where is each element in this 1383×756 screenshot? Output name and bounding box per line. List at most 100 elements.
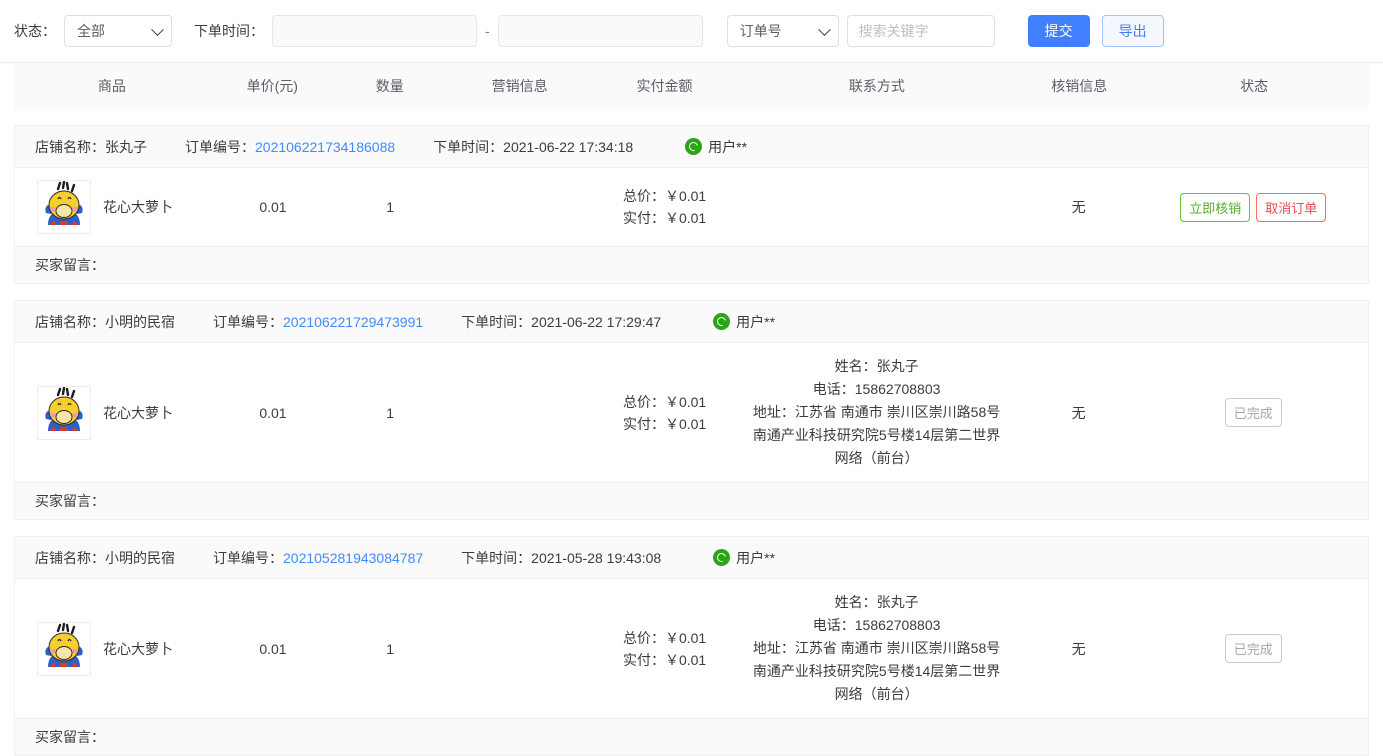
contact-phone: 电话：15862708803 — [812, 381, 941, 397]
order-goods-cell: 花心大萝卜 — [15, 168, 211, 246]
order-buyer-name: 用户** — [708, 138, 748, 155]
export-button[interactable]: 导出 — [1101, 15, 1164, 47]
order-action-button[interactable]: 取消订单 — [1256, 192, 1327, 222]
order-item-row: 花心大萝卜 0.01 1 总价：￥0.01 实付：￥0.01 姓名：张丸子 电话… — [14, 578, 1369, 718]
order-payment-cell: 总价：￥0.01 实付：￥0.01 — [595, 168, 735, 246]
order-item-row: 花心大萝卜 0.01 1 总价：￥0.01 实付：￥0.01 姓名：张丸子 电话… — [14, 342, 1369, 482]
order-note-row: 买家留言： — [14, 718, 1369, 756]
order-contact-cell — [734, 168, 1018, 246]
order-buyer: 用户** — [685, 137, 747, 157]
order-header: 店铺名称：张丸子 订单编号：202106221734186088 下单时间：20… — [14, 125, 1369, 167]
order-promo — [445, 343, 595, 482]
goods-name: 花心大萝卜 — [103, 640, 173, 657]
order-unit-price: 0.01 — [259, 199, 287, 215]
order-verify-info: 无 — [1071, 404, 1086, 421]
order-note-label: 买家留言： — [35, 729, 105, 745]
order-total-price: 总价：￥0.01 — [622, 188, 707, 204]
status-select-value: 全部 — [77, 23, 105, 39]
order-header: 店铺名称：小明的民宿 订单编号：202105281943084787 下单时间：… — [14, 536, 1369, 578]
order-paid-price: 实付：￥0.01 — [622, 651, 707, 668]
order-block: 店铺名称：张丸子 订单编号：202106221734186088 下单时间：20… — [14, 125, 1369, 284]
search-keyword-input[interactable] — [846, 15, 995, 47]
order-time: 下单时间：2021-06-22 17:34:18 — [433, 138, 634, 155]
order-time-end-input[interactable] — [497, 15, 703, 47]
order-block: 店铺名称：小明的民宿 订单编号：202106221729473991 下单时间：… — [14, 300, 1369, 520]
order-buyer: 用户** — [713, 312, 775, 332]
order-paid-price: 实付：￥0.01 — [622, 210, 707, 226]
order-payment-cell: 总价：￥0.01 实付：￥0.01 — [595, 343, 735, 482]
order-paid-price: 实付：￥0.01 — [622, 415, 707, 432]
order-shop-name: 店铺名称：小明的民宿 — [35, 549, 175, 566]
order-number-link[interactable]: 202106221729473991 — [283, 314, 423, 330]
order-shop-name: 店铺名称：张丸子 — [35, 138, 147, 155]
order-promo — [445, 579, 595, 718]
goods-thumbnail[interactable] — [37, 621, 91, 676]
order-total-price: 总价：￥0.01 — [622, 393, 707, 410]
order-quantity: 1 — [386, 640, 395, 657]
wechat-icon — [713, 549, 731, 566]
column-header-contact: 联系方式 — [848, 78, 905, 94]
filter-toolbar: 状态： 全部 下单时间： - 订单号 提交 导出 — [0, 0, 1383, 63]
order-unit-price: 0.01 — [259, 640, 287, 657]
order-table: 商品 单价(元) 数量 营销信息 实付金额 联系方式 核销信息 状态 店铺名称：… — [0, 63, 1383, 756]
order-promo — [445, 168, 595, 246]
wechat-icon — [713, 313, 731, 330]
status-select[interactable]: 全部 — [64, 15, 172, 47]
order-action-button[interactable]: 立即核销 — [1180, 192, 1251, 222]
order-time-start-input[interactable] — [272, 15, 477, 47]
order-quantity: 1 — [386, 199, 395, 215]
order-verify-info: 无 — [1071, 640, 1086, 657]
order-payment-cell: 总价：￥0.01 实付：￥0.01 — [595, 579, 735, 718]
column-header-verify: 核销信息 — [1051, 78, 1108, 94]
submit-button[interactable]: 提交 — [1027, 15, 1090, 47]
order-item-row: 花心大萝卜 0.01 1 总价：￥0.01 实付：￥0.01 无 立即核销 取消订… — [14, 167, 1369, 246]
order-action-button[interactable]: 已完成 — [1224, 634, 1282, 663]
column-header-pay: 实付金额 — [636, 78, 693, 94]
order-shop-name: 店铺名称：小明的民宿 — [35, 313, 175, 330]
order-time-filter-label: 下单时间： — [194, 23, 264, 39]
column-header-promo: 营销信息 — [491, 78, 548, 94]
goods-name: 花心大萝卜 — [103, 199, 173, 215]
table-header-row: 商品 单价(元) 数量 营销信息 实付金额 联系方式 核销信息 状态 — [14, 63, 1369, 109]
order-number: 订单编号：202106221729473991 — [213, 313, 424, 330]
order-quantity: 1 — [386, 404, 395, 421]
contact-name: 姓名：张丸子 — [834, 594, 919, 610]
order-status-cell: 立即核销 取消订单 — [1139, 168, 1368, 246]
order-buyer-name: 用户** — [736, 549, 776, 566]
search-field-select[interactable]: 订单号 — [726, 15, 839, 47]
order-number: 订单编号：202106221734186088 — [185, 138, 396, 155]
search-field-value: 订单号 — [739, 23, 782, 39]
order-note-label: 买家留言： — [35, 493, 105, 509]
duck-thumbnail-icon — [45, 181, 83, 225]
column-header-goods: 商品 — [97, 78, 126, 94]
date-range-separator: - — [485, 23, 490, 39]
contact-phone: 电话：15862708803 — [812, 617, 941, 633]
order-contact-cell: 姓名：张丸子 电话：15862708803 地址：江苏省 南通市 崇川区崇川路5… — [734, 343, 1018, 482]
order-unit-price: 0.01 — [259, 404, 287, 421]
column-header-status: 状态 — [1240, 78, 1269, 94]
wechat-icon — [685, 138, 703, 155]
order-status-cell: 已完成 — [1139, 579, 1368, 718]
order-goods-cell: 花心大萝卜 — [15, 579, 211, 718]
order-status-cell: 已完成 — [1139, 343, 1368, 482]
order-time: 下单时间：2021-06-22 17:29:47 — [461, 313, 662, 330]
order-action-button[interactable]: 已完成 — [1224, 398, 1282, 427]
order-buyer-name: 用户** — [736, 313, 776, 330]
contact-address: 地址：江苏省 南通市 崇川区崇川路58号南通产业科技研究院5号楼14层第二世界网… — [752, 404, 1001, 466]
goods-thumbnail[interactable] — [37, 180, 91, 234]
order-contact-cell: 姓名：张丸子 电话：15862708803 地址：江苏省 南通市 崇川区崇川路5… — [734, 579, 1018, 718]
order-note-row: 买家留言： — [14, 482, 1369, 520]
duck-thumbnail-icon — [45, 386, 83, 431]
order-buyer: 用户** — [713, 548, 775, 568]
order-note-row: 买家留言： — [14, 246, 1369, 284]
contact-address: 地址：江苏省 南通市 崇川区崇川路58号南通产业科技研究院5号楼14层第二世界网… — [752, 640, 1001, 702]
column-header-qty: 数量 — [375, 78, 404, 94]
order-list: 店铺名称：张丸子 订单编号：202106221734186088 下单时间：20… — [14, 125, 1369, 756]
goods-name: 花心大萝卜 — [103, 404, 173, 421]
goods-thumbnail[interactable] — [37, 385, 91, 440]
status-filter-label: 状态： — [14, 23, 56, 39]
order-number-link[interactable]: 202106221734186088 — [255, 139, 395, 155]
order-number-link[interactable]: 202105281943084787 — [283, 550, 423, 566]
order-block: 店铺名称：小明的民宿 订单编号：202105281943084787 下单时间：… — [14, 536, 1369, 756]
order-number: 订单编号：202105281943084787 — [213, 549, 424, 566]
